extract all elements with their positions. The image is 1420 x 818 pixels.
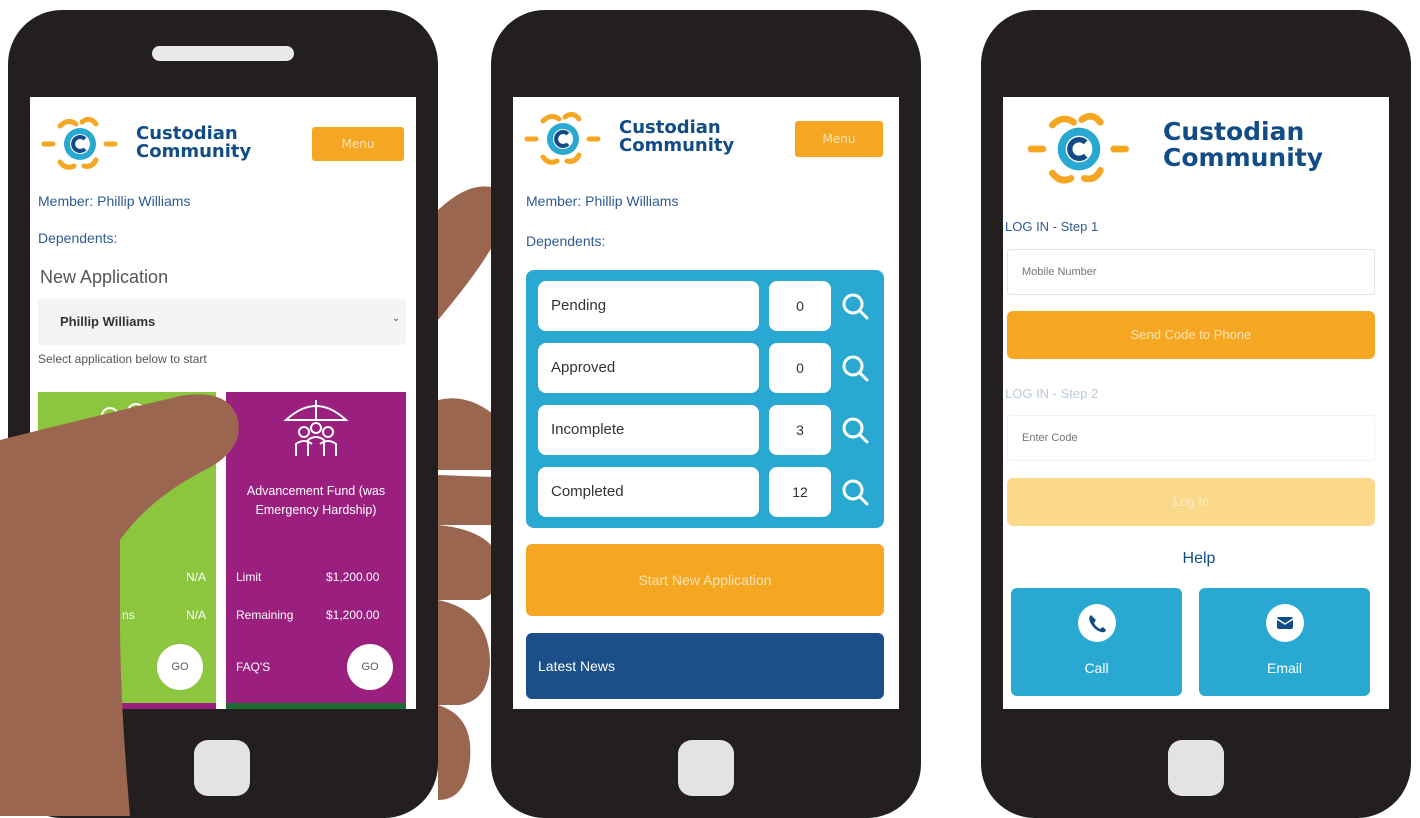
status-approved-count: 0 bbox=[769, 343, 831, 393]
start-new-application-button[interactable]: Start New Application bbox=[526, 544, 884, 616]
call-label: Call bbox=[1084, 660, 1109, 676]
custodian-logo-icon bbox=[1027, 112, 1129, 184]
search-icon[interactable] bbox=[840, 477, 870, 507]
envelope-icon bbox=[1276, 617, 1294, 629]
phone-middle-screen: Custodian Community Menu Member: Phillip… bbox=[513, 97, 899, 709]
status-completed-label[interactable]: Completed bbox=[538, 467, 759, 517]
brand-name: Custodian Community bbox=[619, 118, 735, 157]
search-icon[interactable] bbox=[840, 291, 870, 321]
status-incomplete-count: 3 bbox=[769, 405, 831, 455]
brand-line2: Community bbox=[1163, 142, 1324, 172]
status-completed-count: 12 bbox=[769, 467, 831, 517]
login-step2-label: LOG IN - Step 2 bbox=[1005, 386, 1099, 401]
help-heading: Help bbox=[1182, 550, 1216, 567]
application-status-panel: Pending 0 Approved 0 Incomplete 3 Comple… bbox=[526, 270, 884, 528]
login-button[interactable]: Log In bbox=[1007, 478, 1375, 526]
status-pending-count: 0 bbox=[769, 281, 831, 331]
brand-line2: Community bbox=[619, 135, 735, 157]
status-incomplete-label[interactable]: Incomplete bbox=[538, 405, 759, 455]
status-pending-label[interactable]: Pending bbox=[538, 281, 759, 331]
mobile-number-input[interactable] bbox=[1007, 249, 1375, 295]
brand-name: Custodian Community bbox=[1163, 119, 1323, 170]
custodian-logo-icon bbox=[524, 111, 601, 165]
latest-news-button[interactable]: Latest News bbox=[526, 633, 884, 699]
brand-line1: Custodian bbox=[1163, 117, 1305, 146]
call-tile[interactable]: Call bbox=[1011, 588, 1182, 696]
phone-home-button[interactable] bbox=[678, 740, 734, 796]
email-tile[interactable]: Email bbox=[1199, 588, 1370, 696]
search-icon[interactable] bbox=[840, 415, 870, 445]
status-approved-label[interactable]: Approved bbox=[538, 343, 759, 393]
search-icon[interactable] bbox=[840, 353, 870, 383]
menu-button[interactable]: Menu bbox=[795, 121, 883, 157]
dependents-label: Dependents: bbox=[526, 233, 606, 249]
send-code-button[interactable]: Send Code to Phone bbox=[1007, 311, 1375, 359]
member-name: Member: Phillip Williams bbox=[526, 193, 679, 209]
email-label: Email bbox=[1266, 660, 1302, 676]
phone-icon bbox=[1089, 615, 1106, 633]
login-step1-label: LOG IN - Step 1 bbox=[1005, 219, 1099, 234]
phone-icon-circle bbox=[1078, 604, 1116, 642]
phone-home-button[interactable] bbox=[1168, 740, 1224, 796]
mail-icon-circle bbox=[1266, 604, 1304, 642]
code-input[interactable] bbox=[1007, 415, 1375, 461]
phone-right-screen: Custodian Community LOG IN - Step 1 Send… bbox=[1003, 97, 1389, 709]
